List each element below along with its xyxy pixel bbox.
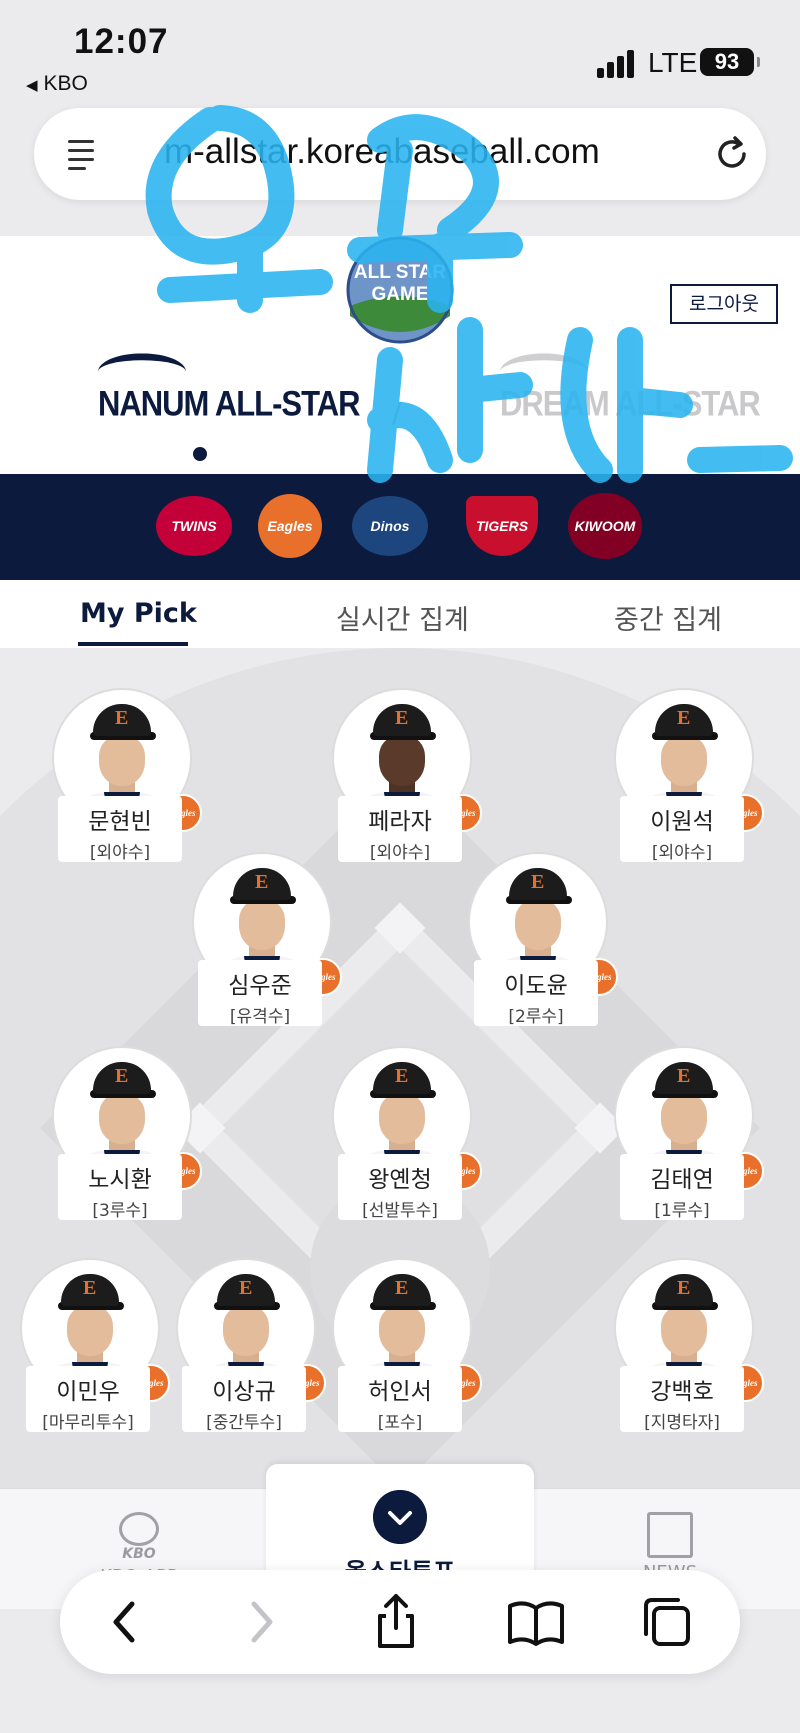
tab-my-pick[interactable]: My Pick (80, 598, 197, 629)
team-logo-kiwoom[interactable]: KIWOOM (568, 493, 642, 559)
player-card[interactable]: Eagles 문현빈 [외야수] (52, 688, 202, 878)
player-card[interactable]: Eagles 왕옌청 [선발투수] (332, 1046, 482, 1236)
team-logo-twins[interactable]: TWINS (156, 496, 232, 556)
player-name: 이원석 (650, 809, 714, 835)
browser-toolbar (60, 1570, 740, 1674)
allstar-header: ALL STAR GAME 로그아웃 NANUM ALL-STAR / DREA… (0, 236, 800, 474)
player-card[interactable]: Eagles 노시환 [3루수] (52, 1046, 202, 1236)
tabs-icon[interactable] (636, 1592, 696, 1652)
player-position: [1루수] (654, 1201, 710, 1221)
logout-button[interactable]: 로그아웃 (670, 284, 778, 324)
player-card[interactable]: Eagles 이상규 [중간투수] (176, 1258, 326, 1448)
player-position: [3루수] (92, 1201, 148, 1221)
player-name-card: 심우준 [유격수] (198, 960, 322, 1027)
team-name: KIWOOM (574, 518, 636, 534)
player-position: [중간투수] (206, 1413, 282, 1433)
league-divider: / (392, 396, 402, 429)
active-tab-underline (78, 642, 188, 646)
player-card[interactable]: Eagles 이도윤 [2루수] (468, 852, 618, 1042)
player-name-card: 허인서 [포수] (338, 1366, 462, 1433)
team-name: TWINS (171, 518, 217, 534)
tab-interim[interactable]: 중간 집계 (614, 598, 722, 637)
player-position: [마무리투수] (42, 1413, 134, 1433)
player-position: [유격수] (229, 1007, 291, 1027)
status-bar: 12:07 ◀ KBO LTE 93 (0, 0, 800, 100)
baseball-field: Eagles 문현빈 [외야수] Eagles 페라자 [외야수] Eagles… (0, 648, 800, 1488)
player-position: [포수] (377, 1413, 423, 1433)
bookmarks-icon[interactable] (506, 1592, 566, 1652)
kbo-logo-icon (119, 1512, 159, 1546)
player-name-card: 문현빈 [외야수] (58, 796, 182, 863)
team-name: TIGERS (475, 518, 529, 534)
reload-icon[interactable] (710, 132, 754, 176)
player-name: 심우준 (228, 973, 292, 999)
player-name-card: 노시환 [3루수] (58, 1154, 182, 1221)
player-name-card: 왕옌청 [선발투수] (338, 1154, 462, 1221)
vote-tabs: My Pick 실시간 집계 중간 집계 (0, 580, 800, 649)
player-name: 문현빈 (88, 809, 152, 835)
player-name-card: 김태연 [1루수] (620, 1154, 744, 1221)
player-card[interactable]: Eagles 페라자 [외야수] (332, 688, 482, 878)
address-bar[interactable]: m-allstar.koreabaseball.com (34, 108, 766, 200)
player-name: 왕옌청 (368, 1167, 432, 1193)
back-app-label: KBO (43, 72, 88, 95)
active-indicator-dot (193, 447, 207, 461)
player-name: 이도윤 (504, 973, 568, 999)
player-position: [외야수] (651, 843, 713, 863)
player-card[interactable]: Eagles 강백호 [지명타자] (614, 1258, 764, 1448)
share-icon[interactable] (366, 1592, 426, 1652)
player-position: [선발투수] (362, 1201, 438, 1221)
player-name: 허인서 (368, 1379, 432, 1405)
player-position: [지명타자] (644, 1413, 720, 1433)
tab-realtime[interactable]: 실시간 집계 (336, 598, 469, 637)
dream-allstar-tab[interactable]: DREAM ALL-STAR (500, 353, 761, 424)
nanum-swoosh-icon (98, 353, 186, 390)
team-name: Dinos (370, 518, 410, 534)
nanum-allstar-tab[interactable]: NANUM ALL-STAR (98, 353, 361, 424)
player-name-card: 이민우 [마무리투수] (26, 1366, 150, 1433)
logo-line-2: GAME (372, 284, 429, 305)
player-name: 페라자 (368, 809, 432, 835)
network-label: LTE (648, 47, 698, 78)
chevron-down-icon[interactable] (373, 1490, 427, 1544)
back-to-app-link[interactable]: ◀ KBO (26, 72, 88, 96)
allstar-game-logo: ALL STAR GAME (346, 236, 454, 344)
player-name: 이민우 (56, 1379, 120, 1405)
player-position: [외야수] (369, 843, 431, 863)
url-text[interactable]: m-allstar.koreabaseball.com (164, 132, 600, 172)
logo-line-1: ALL STAR (354, 262, 446, 283)
dream-swoosh-icon (500, 353, 588, 390)
team-logo-eagles[interactable]: Eagles (258, 494, 322, 558)
clock: 12:07 (74, 22, 169, 61)
player-name: 김태연 (650, 1167, 714, 1193)
player-position: [2루수] (508, 1007, 564, 1027)
player-name-card: 강백호 [지명타자] (620, 1366, 744, 1433)
reader-mode-icon[interactable] (68, 138, 98, 172)
team-logo-tigers[interactable]: TIGERS (466, 496, 538, 556)
player-name-card: 이상규 [중간투수] (182, 1366, 306, 1433)
forward-arrow-icon[interactable] (230, 1592, 290, 1652)
team-name: Eagles (267, 518, 313, 534)
kbo-mark-label: KBO (122, 1546, 156, 1562)
player-card[interactable]: Eagles 심우준 [유격수] (192, 852, 342, 1042)
battery-icon: 93 (700, 48, 760, 76)
player-name-card: 페라자 [외야수] (338, 796, 462, 863)
player-card[interactable]: Eagles 허인서 [포수] (332, 1258, 482, 1448)
signal-icon (597, 50, 639, 78)
player-name: 이상규 (212, 1379, 276, 1405)
back-triangle-icon: ◀ (26, 77, 38, 94)
player-name-card: 이도윤 [2루수] (474, 960, 598, 1027)
player-card[interactable]: Eagles 이원석 [외야수] (614, 688, 764, 878)
player-name: 노시환 (88, 1167, 152, 1193)
player-position: [외야수] (89, 843, 151, 863)
team-logo-strip: TWINS Eagles Dinos TIGERS KIWOOM (0, 474, 800, 580)
news-icon (647, 1512, 693, 1558)
player-card[interactable]: Eagles 이민우 [마무리투수] (20, 1258, 170, 1448)
back-arrow-icon[interactable] (96, 1592, 156, 1652)
player-name: 강백호 (650, 1379, 714, 1405)
team-logo-dinos[interactable]: Dinos (352, 496, 428, 556)
player-name-card: 이원석 [외야수] (620, 796, 744, 863)
player-card[interactable]: Eagles 김태연 [1루수] (614, 1046, 764, 1236)
